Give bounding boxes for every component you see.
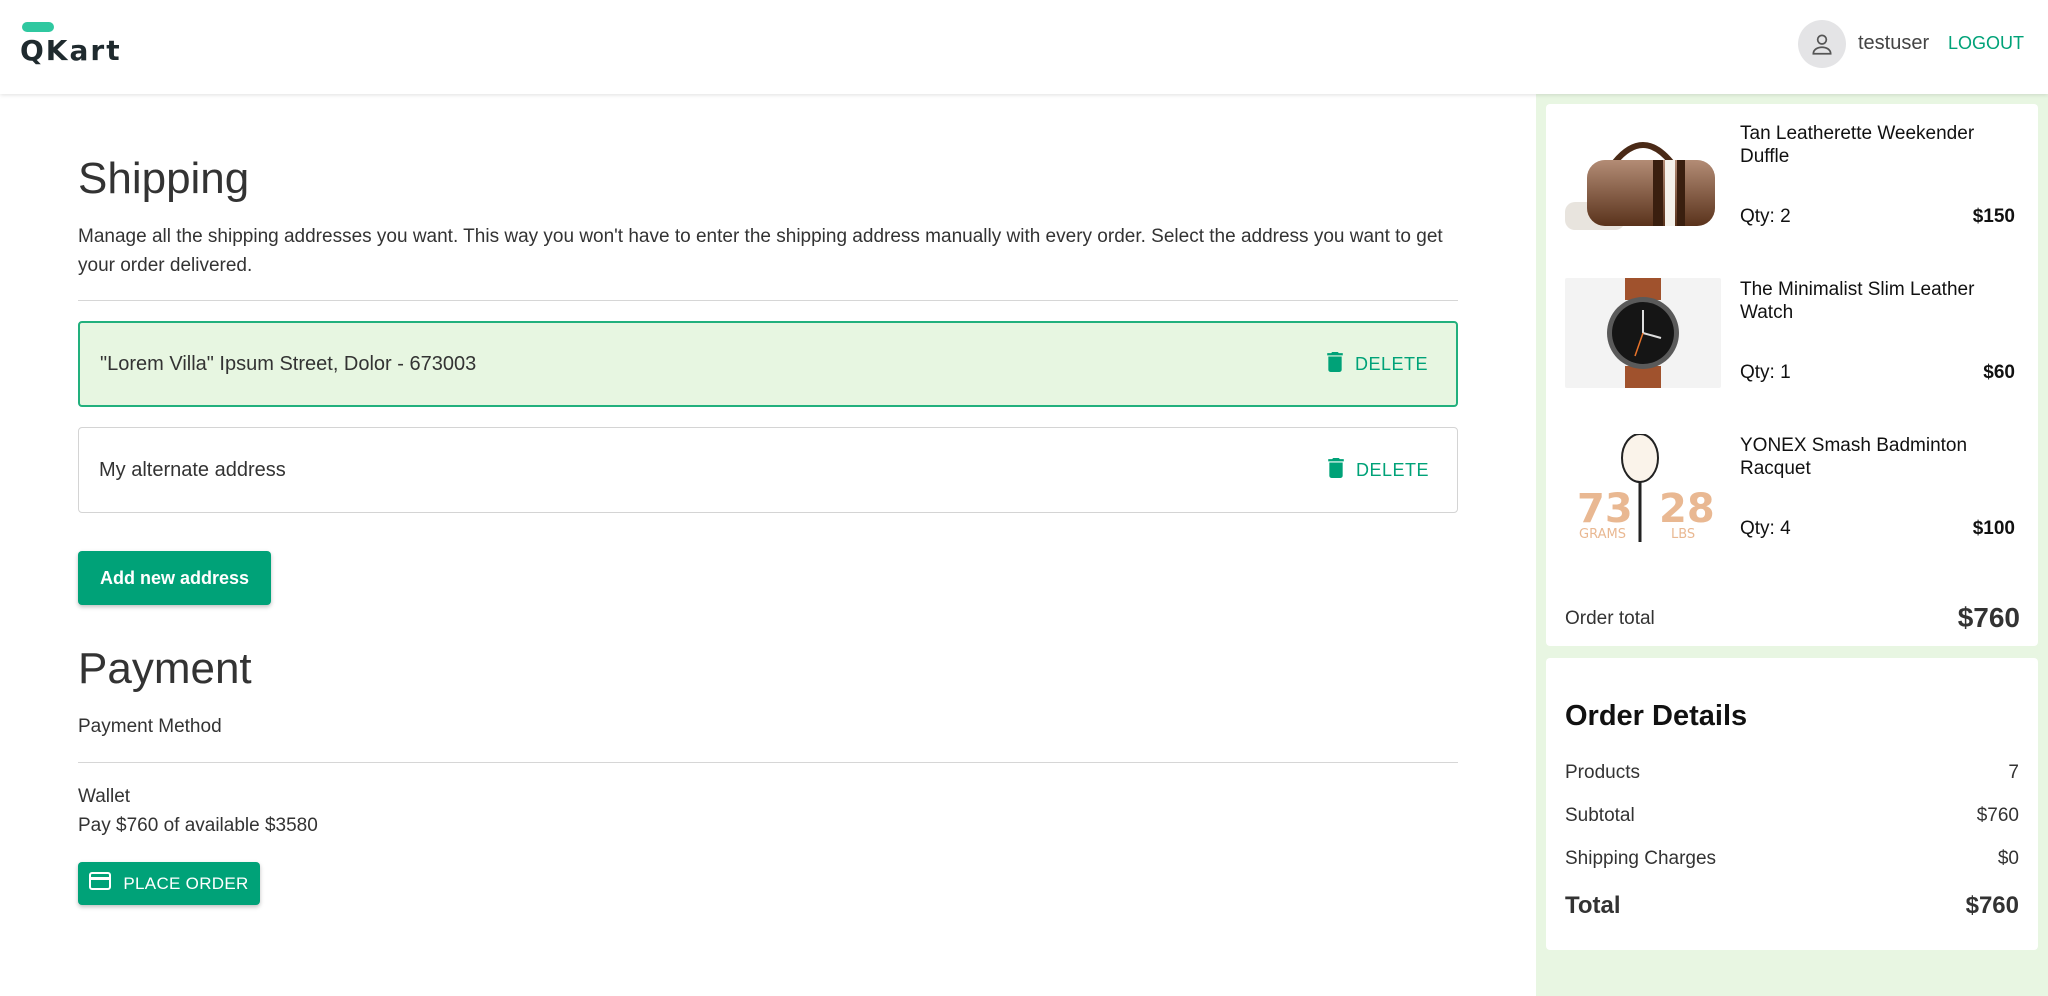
svg-text:LBS: LBS [1671,527,1695,542]
cart-item-qty: Qty: 2 [1740,206,1791,227]
details-row-shipping: Shipping Charges $0 [1565,848,2019,870]
wallet-pay-text: Pay $760 of available $3580 [78,815,318,836]
logout-button[interactable]: LOGOUT [1948,33,2024,54]
svg-text:28: 28 [1659,486,1715,532]
cart-item: The Minimalist Slim Leather Watch Qty: 1… [1565,278,2015,408]
cart-sidebar: Tan Leatherette Weekender Duffle Qty: 2 … [1536,94,2048,996]
delete-address-button[interactable]: DELETE [1327,351,1428,377]
app-header: QKart testuser LOGOUT [0,0,2048,94]
trash-icon [1328,457,1344,483]
payment-method-label: Payment Method [78,716,222,737]
svg-text:GRAMS: GRAMS [1579,527,1626,542]
cart-card: Tan Leatherette Weekender Duffle Qty: 2 … [1546,104,2038,646]
credit-card-icon [89,872,112,895]
cart-item-qty: Qty: 1 [1740,362,1791,383]
place-order-button[interactable]: PLACE ORDER [78,862,260,905]
details-total-value: $760 [1965,892,2019,919]
address-card[interactable]: My alternate address DELETE [78,427,1458,513]
duffle-bag-image [1565,122,1721,232]
cart-item: 73 28 GRAMS LBS YONEX Smash Badminton Ra… [1565,434,2015,564]
shipping-title: Shipping [78,154,250,203]
logo-text: QKart [20,34,122,67]
cart-item-name: Tan Leatherette Weekender Duffle [1740,123,1975,167]
details-label: Shipping Charges [1565,848,1717,869]
address-text: My alternate address [99,458,286,481]
details-total-label: Total [1565,892,1621,919]
details-row-total: Total $760 [1565,892,2019,920]
cart-item-price: $100 [1972,518,2015,539]
cart-item-price: $150 [1972,206,2015,227]
shipping-description: Manage all the shipping addresses you wa… [78,226,1443,276]
details-label: Products [1565,762,1640,783]
username: testuser [1858,32,1930,54]
order-details-title: Order Details [1565,700,1748,732]
cart-item-price: $60 [1983,362,2015,383]
place-order-label: PLACE ORDER [123,873,249,893]
details-value: $760 [1976,805,2019,826]
logo-accent-bar [22,22,54,32]
watch-image [1565,278,1721,388]
cart-item: Tan Leatherette Weekender Duffle Qty: 2 … [1565,122,2015,252]
payment-title: Payment [78,644,252,693]
order-total-label: Order total [1565,608,1655,629]
add-new-address-button[interactable]: Add new address [78,551,271,605]
details-label: Subtotal [1565,805,1635,826]
user-avatar-icon [1798,20,1846,68]
cart-item-name: YONEX Smash Badminton Racquet [1740,435,1968,479]
trash-icon [1327,351,1343,377]
cart-item-qty: Qty: 4 [1740,518,1791,539]
details-row-products: Products 7 [1565,762,2019,784]
delete-label: DELETE [1355,459,1429,480]
details-row-subtotal: Subtotal $760 [1565,805,2019,827]
address-text: "Lorem Villa" Ipsum Street, Dolor - 6730… [100,352,477,375]
shipping-divider [78,300,1458,301]
delete-address-button[interactable]: DELETE [1328,457,1429,483]
racquet-image: 73 28 GRAMS LBS [1565,434,1721,544]
details-value: $0 [1997,848,2019,869]
details-value: 7 [2008,762,2019,783]
qkart-logo[interactable]: QKart [20,20,120,70]
order-total-value: $760 [1957,602,2020,633]
payment-divider [78,762,1458,763]
order-details-card: Order Details Products 7 Subtotal $760 S… [1546,658,2038,950]
cart-item-name: The Minimalist Slim Leather Watch [1740,279,1975,323]
svg-text:73: 73 [1577,486,1633,532]
address-card-selected[interactable]: "Lorem Villa" Ipsum Street, Dolor - 6730… [78,321,1458,407]
delete-label: DELETE [1354,353,1428,374]
wallet-label: Wallet [78,786,131,807]
